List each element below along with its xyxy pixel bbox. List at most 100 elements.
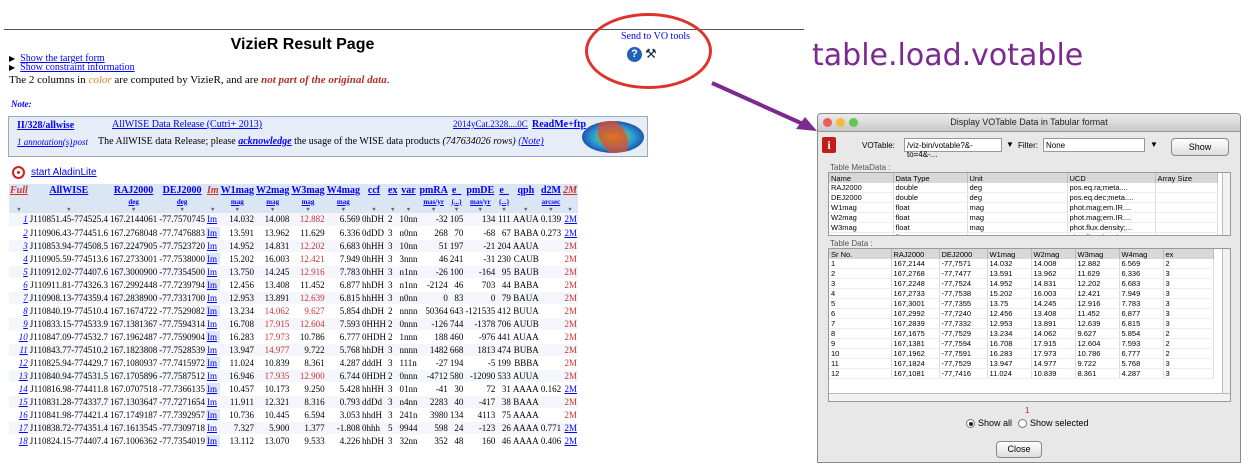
data-row[interactable]: 6 167,2992 -77,7240 12.456 13.408 11.452 6.877… (829, 308, 1214, 319)
grid-cell: 9.722 (1075, 358, 1120, 369)
grid-cell: 5 (829, 298, 892, 309)
grid-cell: 167,2992 (891, 308, 940, 319)
grid-cell: 6.815 (1119, 318, 1164, 329)
data-hscrollbar[interactable] (829, 393, 1230, 401)
grid-cell (1155, 222, 1218, 233)
annotation-title: table.load.votable (812, 38, 1084, 73)
grid-header[interactable]: Array Size (1155, 173, 1218, 183)
metadata-scrollbar[interactable] (1222, 173, 1230, 235)
grid-cell: 2 (1163, 328, 1214, 339)
grid-cell: 15.202 (987, 288, 1032, 299)
grid-cell: 3 (1163, 318, 1214, 329)
grid-cell: 2 (1163, 338, 1214, 349)
grid-cell: 8.361 (1075, 368, 1120, 379)
grid-cell: 10 (829, 348, 892, 359)
grid-cell: 13.75 (987, 298, 1032, 309)
grid-cell: -77,7591 (939, 348, 988, 359)
grid-header[interactable]: RAJ2000 (891, 249, 940, 259)
grid-cell: 14.831 (1031, 278, 1076, 289)
show-button[interactable]: Show (1171, 138, 1229, 156)
grid-cell: float (893, 212, 968, 223)
grid-cell: 17.973 (1031, 348, 1076, 359)
grid-header[interactable]: W4mag (1119, 249, 1164, 259)
metadata-row[interactable]: W3mag float mag phot.flux.density;... (829, 222, 1218, 233)
grid-cell: 167,2248 (891, 278, 940, 289)
grid-cell: 6.569 (1119, 259, 1164, 269)
metadata-row[interactable]: DEJ2000 double deg pos.eq.dec;meta.... (829, 192, 1218, 203)
grid-cell: 1 (829, 259, 892, 269)
grid-header[interactable]: Unit (967, 173, 1068, 183)
votable-select[interactable]: /viz-bin/votable?&-to=4&-... (904, 138, 1002, 159)
grid-header[interactable]: Name (829, 173, 894, 183)
grid-cell (1155, 212, 1218, 223)
grid-cell: 167,2733 (891, 288, 940, 299)
grid-header[interactable]: W2mag (1031, 249, 1076, 259)
radio-show-selected[interactable]: Show selected (1018, 418, 1089, 429)
grid-cell: mag (967, 202, 1068, 213)
grid-cell: -77,7477 (939, 268, 988, 279)
grid-cell: RAJ2000 (829, 183, 894, 193)
grid-cell: 3 (1163, 358, 1214, 369)
grid-cell: W3mag (829, 222, 894, 233)
grid-cell: 9 (829, 338, 892, 349)
grid-cell: 2 (1163, 259, 1214, 269)
grid-cell: -77,7594 (939, 338, 988, 349)
grid-cell: 4 (829, 288, 892, 299)
data-vscrollbar[interactable] (1222, 249, 1230, 401)
data-row[interactable]: 10 167,1962 -77,7591 16.283 17.973 10.786 6.77… (829, 348, 1214, 359)
grid-cell: 12.639 (1075, 318, 1120, 329)
window-title: Display VOTable Data in Tabular format (950, 117, 1108, 127)
chevron-down-icon[interactable]: ▼ (1147, 138, 1161, 152)
data-row[interactable]: 12 167,1081 -77,7416 11.024 10.839 8.361 4.287… (829, 368, 1214, 379)
metadata-row[interactable]: W1mag float mag phot.mag;em.IR.... (829, 202, 1218, 213)
grid-cell: 16.283 (987, 348, 1032, 359)
grid-header[interactable]: DEJ2000 (939, 249, 988, 259)
info-icon[interactable]: i (822, 137, 836, 153)
grid-cell: 167,1824 (891, 358, 940, 369)
grid-cell: 7 (829, 318, 892, 329)
data-row[interactable]: 9 167,1381 -77,7594 16.708 17.915 12.604 7.593… (829, 338, 1214, 349)
metadata-row[interactable]: W4magfloatmagphot.flux.density;... (829, 232, 1218, 235)
metadata-table[interactable]: Name Data Type Unit UCD Array Size RAJ2000 dou… (828, 172, 1231, 236)
grid-cell: 10.786 (1075, 348, 1120, 359)
metadata-row[interactable]: RAJ2000 double deg pos.eq.ra;meta.... (829, 183, 1218, 193)
grid-cell: double (893, 192, 968, 203)
data-row[interactable]: 11 167,1824 -77,7529 13.947 14.977 9.722 5.768… (829, 358, 1214, 369)
grid-cell: phot.flux.density;... (1067, 222, 1156, 233)
grid-cell: 3 (829, 278, 892, 289)
grid-cell: 12.604 (1075, 338, 1120, 349)
radio-show-all[interactable]: Show all (966, 418, 1012, 429)
grid-cell: -77,7571 (939, 259, 988, 269)
grid-cell: 167,2768 (891, 268, 940, 279)
grid-cell: 6.777 (1119, 348, 1164, 359)
data-row[interactable]: 2 167,2768 -77,7477 13.591 13.962 11.629 6.336… (829, 268, 1214, 279)
data-row[interactable]: 1 167,2144 -77,7571 14.032 14.008 12.882 6.569… (829, 259, 1214, 269)
grid-cell: 2 (829, 268, 892, 279)
grid-cell: 3 (1163, 278, 1214, 289)
grid-cell: float (893, 202, 968, 213)
grid-cell: 14.008 (1031, 259, 1076, 269)
data-row[interactable]: 5 167,3001 -77,7355 13.75 14.245 12.916 7.783 3 (829, 298, 1214, 309)
data-row[interactable]: 3 167,2248 -77,7524 14.952 14.831 12.202 6.683… (829, 278, 1214, 289)
data-row[interactable]: 4 167,2733 -77,7538 15.202 16.003 12.421 7.949… (829, 288, 1214, 299)
grid-cell: 6.336 (1119, 268, 1164, 279)
grid-header[interactable]: ex (1163, 249, 1214, 259)
grid-header[interactable]: W1mag (987, 249, 1032, 259)
grid-header[interactable]: W3mag (1075, 249, 1120, 259)
grid-cell: 6.683 (1119, 278, 1164, 289)
grid-header[interactable]: Data Type (893, 173, 968, 183)
grid-header[interactable]: Sr No. (829, 249, 892, 259)
grid-cell: 5.768 (1119, 358, 1164, 369)
data-row[interactable]: 8 167,1675 -77,7529 13.234 14.062 9.627 5.854 2 (829, 328, 1214, 339)
data-table[interactable]: Sr No. RAJ2000 DEJ2000 W1mag W2mag W3mag W4mag… (828, 248, 1231, 402)
data-row[interactable]: 7 167,2839 -77,7332 12.953 13.891 12.639 6.815… (829, 318, 1214, 329)
grid-header[interactable]: UCD (1067, 173, 1156, 183)
metadata-row[interactable]: W2mag float mag phot.mag;em.IR.... (829, 212, 1218, 223)
close-button[interactable]: Close (996, 441, 1042, 458)
chevron-down-icon[interactable]: ▼ (1003, 138, 1017, 152)
filter-select[interactable]: None (1043, 138, 1145, 152)
grid-cell: 12.916 (1075, 298, 1120, 309)
grid-cell: -77,7529 (939, 328, 988, 339)
grid-cell: 3 (1163, 268, 1214, 279)
grid-cell: W2mag (829, 212, 894, 223)
